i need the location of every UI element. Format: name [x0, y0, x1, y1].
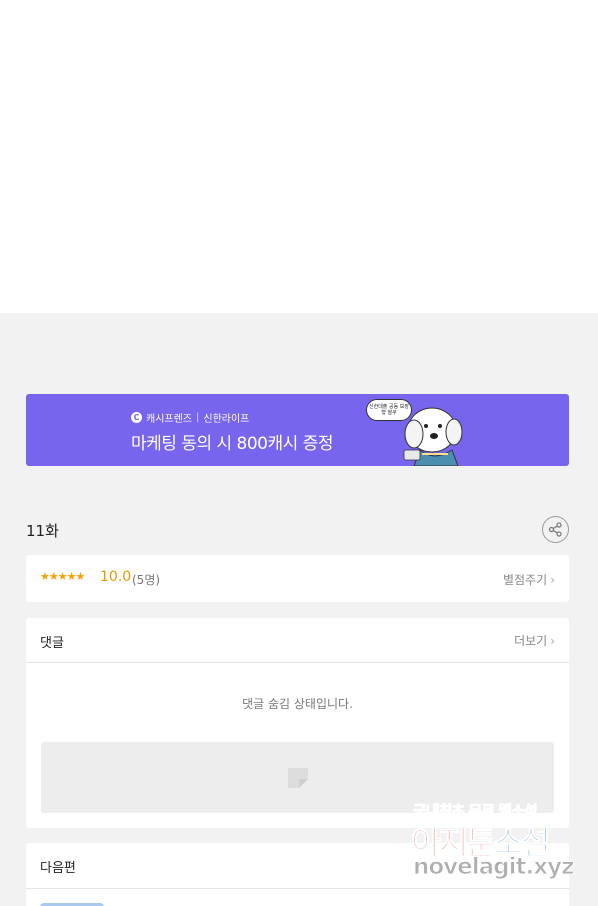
chevron-right-icon: › — [550, 633, 555, 648]
comments-header: 댓글 더보기 › — [26, 618, 569, 663]
dog-mascot-illustration: 신한대출 공동 보장형 쌀쿠 — [362, 394, 472, 466]
banner-brand-separator: | — [196, 412, 200, 423]
comments-more-label: 더보기 — [514, 634, 548, 648]
comments-hidden-message: 댓글 숨김 상태입니다. — [242, 697, 353, 711]
rate-button[interactable]: 별점주기 › — [503, 571, 555, 588]
content-area-top — [0, 0, 598, 313]
share-icon — [548, 522, 562, 537]
rate-button-label: 별점주기 — [503, 573, 548, 587]
episode-title: 11화 — [26, 522, 59, 540]
next-episode-divider — [26, 888, 569, 889]
rating-card: ★★★★★ 10.0 (5명) 별점주기 › — [26, 555, 569, 602]
image-placeholder-icon — [287, 767, 308, 788]
banner-partner-name: 신한라이프 — [203, 414, 250, 425]
next-episode-title: 다음편 — [40, 861, 76, 876]
banner-speech-bubble: 신한대출 공동 보장형 쌀쿠 — [366, 399, 412, 421]
promo-banner[interactable]: C 캐시프렌즈 | 신한라이프 마케팅 동의 시 800캐시 증정 신한대출 공… — [26, 394, 569, 466]
comments-card: 댓글 더보기 › 댓글 숨김 상태입니다. — [26, 618, 569, 828]
chevron-right-icon: › — [550, 572, 555, 587]
share-button[interactable] — [542, 516, 569, 543]
comments-more-button[interactable]: 더보기 › — [514, 632, 555, 649]
next-episode-card: 다음편 — [26, 843, 569, 906]
rating-score: 10.0 — [100, 569, 132, 585]
ad-placeholder[interactable] — [41, 742, 554, 813]
rating-stars: ★★★★★ — [40, 570, 85, 583]
comments-title: 댓글 — [40, 636, 64, 651]
banner-brand-name: 캐시프렌즈 — [146, 414, 192, 425]
banner-title: 마케팅 동의 시 800캐시 증정 — [131, 434, 333, 454]
rating-participants: (5명) — [132, 573, 161, 587]
cashfriends-logo-icon: C — [131, 412, 142, 423]
banner-brand-row: C 캐시프렌즈 | 신한라이프 — [131, 410, 249, 425]
